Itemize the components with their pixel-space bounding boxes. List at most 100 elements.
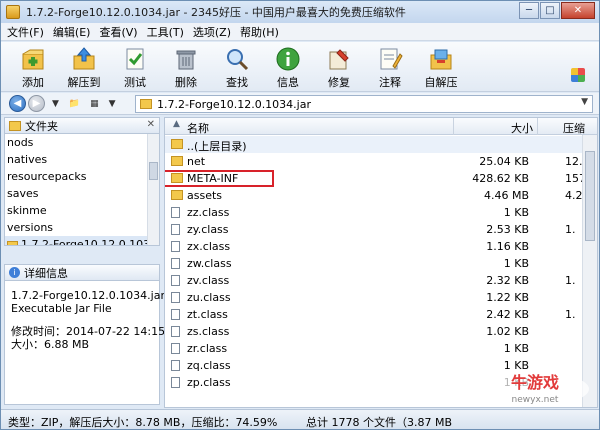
- highlight-annotation-box: [165, 170, 274, 187]
- extract-to-icon: [73, 47, 95, 70]
- file-name: zv.class: [187, 274, 230, 287]
- menu-edit[interactable]: 编辑(E): [53, 24, 91, 40]
- tree-item[interactable]: skinme: [5, 202, 159, 219]
- file-icon: [171, 360, 180, 371]
- file-list-scroll-thumb[interactable]: [585, 151, 595, 241]
- file-size: 1.22 KB: [486, 291, 529, 304]
- file-row[interactable]: zr.class 1 KB: [165, 340, 583, 357]
- file-row[interactable]: zq.class 1 KB: [165, 357, 583, 374]
- toolbar: 添加 解压到 测试 删除 查找 信息 修复 注释 自解压: [1, 42, 599, 92]
- file-icon: [171, 241, 180, 252]
- file-size: 2.42 KB: [486, 308, 529, 321]
- file-row[interactable]: zx.class 1.16 KB: [165, 238, 583, 255]
- minimize-button[interactable]: ─: [519, 2, 539, 19]
- menu-options[interactable]: 选项(Z): [193, 24, 231, 40]
- skin-icon[interactable]: [571, 68, 585, 82]
- file-row[interactable]: META-INF 428.62 KB 157.: [165, 170, 590, 187]
- tree-item[interactable]: resourcepacks: [5, 168, 159, 185]
- file-icon: [171, 377, 180, 388]
- maximize-button[interactable]: □: [540, 2, 560, 19]
- address-input[interactable]: 1.7.2-Forge10.12.0.1034.jar ▼: [135, 95, 593, 113]
- file-size: 25.04 KB: [479, 155, 529, 168]
- file-row[interactable]: net 25.04 KB 12.: [165, 153, 583, 170]
- menu-help[interactable]: 帮助(H): [240, 24, 279, 40]
- file-icon: [171, 309, 180, 320]
- detail-file-type: Executable Jar File: [11, 302, 112, 315]
- file-rows: ..(上层目录) net 25.04 KB 12. META-INF 428.62 KB 1…: [165, 136, 590, 391]
- file-row[interactable]: zw.class 1 KB: [165, 255, 583, 272]
- info-button[interactable]: 信息: [266, 42, 310, 90]
- info-icon: [276, 47, 300, 71]
- menu-file[interactable]: 文件(F): [7, 24, 44, 40]
- file-name: zt.class: [187, 308, 228, 321]
- tree-scroll-thumb[interactable]: [149, 162, 158, 180]
- folder-pane-title: 文件夹: [25, 119, 58, 133]
- tree-item-selected[interactable]: 1.7.2-Forge10.12.0.1034: [5, 236, 159, 246]
- file-size: 428.62 KB: [472, 172, 529, 185]
- file-size: 4.46 MB: [483, 189, 529, 202]
- detail-file-name: 1.7.2-Forge10.12.0.1034.jar: [11, 289, 165, 302]
- file-size: 1 KB: [503, 257, 529, 270]
- close-pane-icon[interactable]: ✕: [147, 119, 155, 130]
- repair-button[interactable]: 修复: [317, 42, 361, 90]
- sort-arrow-icon: ▲: [173, 119, 180, 129]
- add-button[interactable]: 添加: [11, 42, 55, 90]
- column-ratio[interactable]: 压缩: [563, 120, 585, 136]
- column-name[interactable]: 名称: [187, 120, 209, 136]
- test-label: 测试: [124, 76, 146, 89]
- tree-item[interactable]: nods: [5, 134, 159, 151]
- file-row[interactable]: zt.class 2.42 KB 1.: [165, 306, 583, 323]
- delete-button[interactable]: 删除: [164, 42, 208, 90]
- file-row[interactable]: assets 4.46 MB 4.2: [165, 187, 583, 204]
- file-ratio: 1.: [565, 308, 576, 321]
- folder-tree: nods natives resourcepacks saves skinme …: [4, 134, 160, 246]
- menu-view[interactable]: 查看(V): [99, 24, 137, 40]
- address-bar: ◀ ▶ ▼ 📁 ▦ ▼ 1.7.2-Forge10.12.0.1034.jar …: [1, 93, 599, 115]
- file-size: 1.16 KB: [486, 240, 529, 253]
- file-row[interactable]: zu.class 1.22 KB: [165, 289, 583, 306]
- status-total: 总计 1778 个文件（3.87 MB: [306, 416, 453, 429]
- test-button[interactable]: 测试: [113, 42, 157, 90]
- comment-label: 注释: [379, 76, 401, 89]
- history-dropdown-icon[interactable]: ▼: [52, 99, 59, 109]
- file-name: ..(上层目录): [187, 140, 247, 153]
- folder-icon: [9, 120, 21, 131]
- tree-item[interactable]: saves: [5, 185, 159, 202]
- file-icon: [171, 207, 180, 218]
- file-row[interactable]: zv.class 2.32 KB 1.: [165, 272, 583, 289]
- file-row[interactable]: zz.class 1 KB: [165, 204, 583, 221]
- up-folder-icon[interactable]: 📁: [69, 99, 80, 109]
- file-list-scrollbar[interactable]: [582, 135, 597, 407]
- detail-pane-header: i 详细信息: [4, 264, 160, 281]
- tree-scrollbar[interactable]: [147, 134, 159, 245]
- file-icon: [171, 343, 180, 354]
- app-window: 1.7.2-Forge10.12.0.1034.jar - 2345好压 - 中…: [0, 0, 600, 430]
- close-button[interactable]: ✕: [561, 2, 595, 19]
- tree-item[interactable]: versions: [5, 219, 159, 236]
- forward-button[interactable]: ▶: [28, 95, 45, 112]
- column-size[interactable]: 大小: [511, 120, 533, 136]
- file-row[interactable]: zp.class 1 KB: [165, 374, 583, 391]
- tree-item[interactable]: natives: [5, 151, 159, 168]
- extract-to-button[interactable]: 解压到: [62, 42, 106, 90]
- menu-tools[interactable]: 工具(T): [147, 24, 184, 40]
- view-dropdown-icon[interactable]: ▼: [109, 99, 116, 109]
- title-bar[interactable]: 1.7.2-Forge10.12.0.1034.jar - 2345好压 - 中…: [1, 1, 599, 23]
- detail-modified: 修改时间：2014-07-22 14:15:04: [11, 325, 183, 338]
- comment-button[interactable]: 注释: [368, 42, 412, 90]
- self-extract-button[interactable]: 自解压: [419, 42, 463, 90]
- tree-item-label: 1.7.2-Forge10.12.0.1034: [21, 238, 158, 246]
- file-row[interactable]: zs.class 1.02 KB: [165, 323, 583, 340]
- file-ratio: 1.: [565, 223, 576, 236]
- add-label: 添加: [22, 76, 44, 89]
- address-dropdown-icon[interactable]: ▼: [581, 97, 588, 107]
- file-icon: [171, 326, 180, 337]
- back-button[interactable]: ◀: [9, 95, 26, 112]
- view-mode-icon[interactable]: ▦: [90, 99, 99, 109]
- folder-pane-header: 文件夹 ✕: [4, 117, 160, 134]
- file-row[interactable]: ..(上层目录): [165, 136, 583, 153]
- file-name: zy.class: [187, 223, 229, 236]
- find-button[interactable]: 查找: [215, 42, 259, 90]
- file-row[interactable]: zy.class 2.53 KB 1.: [165, 221, 583, 238]
- comment-icon: [380, 48, 403, 70]
